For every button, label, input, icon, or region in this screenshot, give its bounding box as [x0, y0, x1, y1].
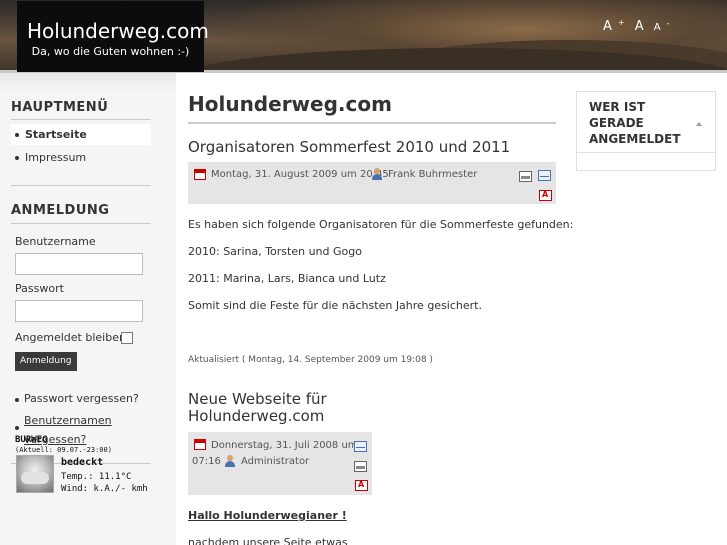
article-author: Administrator	[241, 456, 310, 467]
article-meta: Donnerstag, 31. Juli 2008 um 07:16 Admin…	[188, 432, 372, 495]
article-title[interactable]: Neue Webseite für Holunderweg.com	[188, 391, 327, 425]
username-label: Benutzername	[15, 235, 96, 248]
weather-condition: bedeckt	[61, 457, 104, 468]
page-title: Holunderweg.com	[188, 92, 392, 116]
link-label: Passwort vergessen?	[24, 392, 139, 405]
divider	[11, 119, 151, 120]
divider	[11, 185, 151, 186]
bullet-icon	[15, 398, 19, 402]
site-tagline: Da, wo die Guten wohnen :-)	[31, 45, 190, 58]
who-online-module: WER IST GERADE ANGEMELDET	[576, 91, 716, 171]
main-menu-title: HAUPTMENÜ	[11, 100, 109, 115]
calendar-icon	[194, 439, 206, 450]
print-icon[interactable]	[354, 461, 367, 472]
article-meta: Montag, 31. August 2009 um 20:45 Frank B…	[188, 162, 556, 204]
header: Holunderweg.com Da, wo die Guten wohnen …	[0, 0, 727, 73]
email-icon[interactable]	[538, 170, 551, 181]
article-updated: Aktualisiert ( Montag, 14. September 200…	[188, 355, 433, 365]
article-date: Donnerstag, 31. Juli 2008 um	[211, 440, 358, 451]
font-larger-button[interactable]: A +	[603, 18, 625, 34]
article-paragraph: Es haben sich folgende Organisatoren für…	[188, 218, 574, 231]
user-icon	[371, 168, 383, 180]
article-date: Montag, 31. August 2009 um 20:45	[211, 169, 389, 180]
site-title[interactable]: Holunderweg.com	[27, 19, 209, 43]
divider	[11, 223, 151, 224]
menu-item-startseite[interactable]: Startseite	[11, 124, 151, 145]
email-icon[interactable]	[354, 441, 367, 452]
weather-temperature: Temp.: 11.1°C	[61, 472, 132, 482]
weather-updated: (Aktuell: 09.07.-23:00)	[15, 446, 112, 454]
user-icon	[224, 455, 236, 467]
divider	[188, 122, 556, 124]
calendar-icon	[194, 169, 206, 180]
weather-wind: Wind: k.A./- kmh	[61, 484, 148, 494]
article-greeting: Hallo Holunderwegianer !	[188, 509, 347, 522]
divider	[577, 152, 715, 153]
weather-cloud-icon	[16, 455, 54, 493]
article-paragraph: Somit sind die Feste für die nächsten Ja…	[188, 299, 482, 312]
login-button[interactable]: Anmeldung	[15, 352, 77, 371]
menu-item-impressum[interactable]: Impressum	[11, 147, 151, 168]
article-paragraph: 2011: Marina, Lars, Bianca und Lutz	[188, 272, 386, 285]
article-time: 07:16	[192, 456, 221, 467]
forgot-password-link[interactable]: Passwort vergessen?	[15, 392, 139, 405]
who-online-title: WER IST GERADE ANGEMELDET	[589, 100, 681, 146]
bullet-icon	[15, 156, 19, 160]
page: Holunderweg.com Da, wo die Guten wohnen …	[0, 0, 727, 545]
bullet-icon	[15, 426, 19, 430]
remember-label: Angemeldet bleiben	[15, 331, 126, 344]
article-title-line: Holunderweg.com	[188, 407, 325, 425]
bullet-icon	[15, 133, 19, 137]
article-title-line: Neue Webseite für	[188, 390, 327, 408]
site-logo[interactable]: Holunderweg.com Da, wo die Guten wohnen …	[17, 1, 209, 72]
pdf-icon[interactable]	[539, 190, 552, 201]
weather-place: BURWEG	[15, 435, 48, 445]
remember-checkbox[interactable]	[121, 332, 133, 344]
pdf-icon[interactable]	[355, 480, 368, 491]
username-field[interactable]	[15, 253, 143, 275]
article-author: Frank Buhrmester	[388, 169, 478, 180]
article-title[interactable]: Organisatoren Sommerfest 2010 und 2011	[188, 138, 510, 156]
login-title: ANMELDUNG	[11, 203, 110, 218]
font-size-tools: A + A A-	[603, 18, 676, 34]
password-field[interactable]	[15, 300, 143, 322]
menu-item-label: Startseite	[25, 128, 87, 141]
collapse-arrow-icon[interactable]	[696, 122, 702, 126]
menu-item-label: Impressum	[25, 151, 87, 164]
password-label: Passwort	[15, 282, 64, 295]
article-paragraph: 2010: Sarina, Torsten und Gogo	[188, 245, 362, 258]
article-paragraph: nachdem unsere Seite etwas	[188, 536, 348, 545]
font-reset-button[interactable]: A	[635, 19, 644, 34]
print-icon[interactable]	[519, 171, 532, 182]
main-content: Holunderweg.com Organisatoren Sommerfest…	[188, 88, 573, 545]
font-smaller-button[interactable]: A-	[654, 19, 670, 33]
